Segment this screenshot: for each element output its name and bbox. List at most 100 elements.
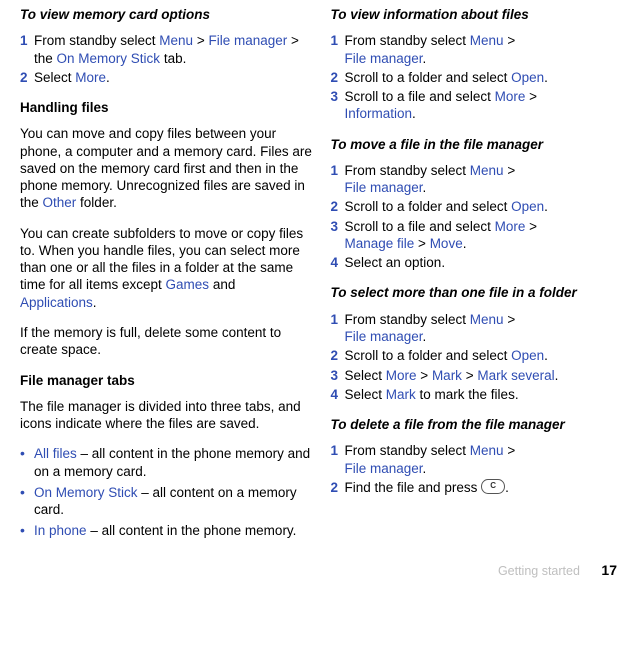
paragraph: The file manager is divided into three t… <box>20 398 313 433</box>
step-number: 2 <box>331 347 339 364</box>
step-text: From standby select Menu > File manager … <box>34 33 299 65</box>
step: 4Select Mark to mark the files. <box>331 386 624 403</box>
heading: To view memory card options <box>20 6 313 23</box>
page-footer: Getting started 17 <box>0 544 643 582</box>
step-text: From standby select Menu > File manager. <box>345 163 516 195</box>
step-number: 2 <box>331 198 339 215</box>
more-link: More <box>75 70 106 85</box>
other-link: Other <box>43 195 77 210</box>
page-body: To view memory card options 1 From stand… <box>0 0 643 544</box>
right-column: To view information about files 1 From st… <box>331 6 624 544</box>
step-number: 3 <box>331 218 339 235</box>
paragraph: You can move and copy files between your… <box>20 125 313 211</box>
games-link: Games <box>166 277 210 292</box>
on-memory-stick-link: On Memory Stick <box>57 51 161 66</box>
step-number: 1 <box>331 162 339 179</box>
step: 2 Select More. <box>20 69 313 86</box>
mark-several-link: Mark several <box>477 368 554 383</box>
on-memory-stick-link: On Memory Stick <box>34 485 138 500</box>
section-handling-files: Handling files You can move and copy fil… <box>20 99 313 212</box>
open-link: Open <box>511 348 544 363</box>
more-link: More <box>386 368 417 383</box>
step-text: Find the file and press . <box>345 480 509 495</box>
step: 2 Scroll to a folder and select Open. <box>331 198 624 215</box>
information-link: Information <box>345 106 413 121</box>
section-view-card-options: To view memory card options 1 From stand… <box>20 6 313 86</box>
all-files-link: All files <box>34 446 77 461</box>
paragraph-block: If the memory is full, delete some conte… <box>20 324 313 359</box>
file-manager-link: File manager <box>208 33 287 48</box>
file-manager-link: File manager <box>345 180 423 195</box>
menu-link: Menu <box>470 33 504 48</box>
paragraph-block: You can create subfolders to move or cop… <box>20 225 313 311</box>
step-text: Select an option. <box>345 255 446 270</box>
section-delete-file: To delete a file from the file manager 1… <box>331 416 624 496</box>
heading: File manager tabs <box>20 372 313 389</box>
menu-link: Menu <box>470 312 504 327</box>
menu-link: Menu <box>470 163 504 178</box>
step-text: From standby select Menu > File manager. <box>345 312 516 344</box>
section-move-file: To move a file in the file manager 1 From… <box>331 136 624 272</box>
step-number: 4 <box>331 386 339 403</box>
heading: Handling files <box>20 99 313 116</box>
step: 1 From standby select Menu > File manage… <box>20 32 313 67</box>
heading: To select more than one file in a folder <box>331 284 624 301</box>
step-text: Scroll to a folder and select Open. <box>345 199 548 214</box>
step-number: 1 <box>331 311 339 328</box>
file-manager-link: File manager <box>345 329 423 344</box>
section-view-file-info: To view information about files 1 From st… <box>331 6 624 123</box>
step-number: 4 <box>331 254 339 271</box>
bullet-list: All files – all content in the phone mem… <box>20 445 313 539</box>
step: 2 Scroll to a folder and select Open. <box>331 69 624 86</box>
section-select-multiple: To select more than one file in a folder… <box>331 284 624 403</box>
list-item: On Memory Stick – all content on a memor… <box>20 484 313 519</box>
step: 1 From standby select Menu > File manager… <box>331 32 624 67</box>
move-link: Move <box>430 236 463 251</box>
heading: To move a file in the file manager <box>331 136 624 153</box>
section-file-manager-tabs: File manager tabs The file manager is di… <box>20 372 313 433</box>
step-text: Scroll to a folder and select Open. <box>345 348 548 363</box>
step: 3 Select More > Mark > Mark several. <box>331 367 624 384</box>
step-text: Scroll to a file and select More > Manag… <box>345 219 537 251</box>
list-item: In phone – all content in the phone memo… <box>20 522 313 539</box>
step: 1 From standby select Menu > File manager… <box>331 311 624 346</box>
step-text: From standby select Menu > File manager. <box>345 33 516 65</box>
step: 1 From standby select Menu > File manager… <box>331 162 624 197</box>
step: 2 Scroll to a folder and select Open. <box>331 347 624 364</box>
file-manager-link: File manager <box>345 461 423 476</box>
step-text: Scroll to a file and select More > Infor… <box>345 89 537 121</box>
mark-link: Mark <box>386 387 416 402</box>
step-text: Select More > Mark > Mark several. <box>345 368 559 383</box>
c-key-icon <box>481 479 505 494</box>
file-manager-link: File manager <box>345 51 423 66</box>
step-number: 2 <box>331 69 339 86</box>
paragraph: You can create subfolders to move or cop… <box>20 225 313 311</box>
section-label: Getting started <box>498 564 580 578</box>
page-number: 17 <box>583 562 617 578</box>
more-link: More <box>495 219 526 234</box>
step-text: Scroll to a folder and select Open. <box>345 70 548 85</box>
left-column: To view memory card options 1 From stand… <box>20 6 313 544</box>
step: 3 Scroll to a file and select More > Mana… <box>331 218 624 253</box>
list-item: All files – all content in the phone mem… <box>20 445 313 480</box>
heading: To delete a file from the file manager <box>331 416 624 433</box>
step-number: 1 <box>20 32 28 49</box>
step-text: Select More. <box>34 70 110 85</box>
step-number: 2 <box>20 69 28 86</box>
step-number: 1 <box>331 442 339 459</box>
mark-link: Mark <box>432 368 462 383</box>
step-number: 3 <box>331 367 339 384</box>
manage-file-link: Manage file <box>345 236 415 251</box>
step-number: 3 <box>331 88 339 105</box>
step-number: 1 <box>331 32 339 49</box>
step-number: 2 <box>331 479 339 496</box>
more-link: More <box>495 89 526 104</box>
paragraph: If the memory is full, delete some conte… <box>20 324 313 359</box>
heading: To view information about files <box>331 6 624 23</box>
step: 3 Scroll to a file and select More > Info… <box>331 88 624 123</box>
open-link: Open <box>511 199 544 214</box>
menu-link: Menu <box>470 443 504 458</box>
step-text: From standby select Menu > File manager. <box>345 443 516 475</box>
menu-link: Menu <box>159 33 193 48</box>
step: 4 Select an option. <box>331 254 624 271</box>
